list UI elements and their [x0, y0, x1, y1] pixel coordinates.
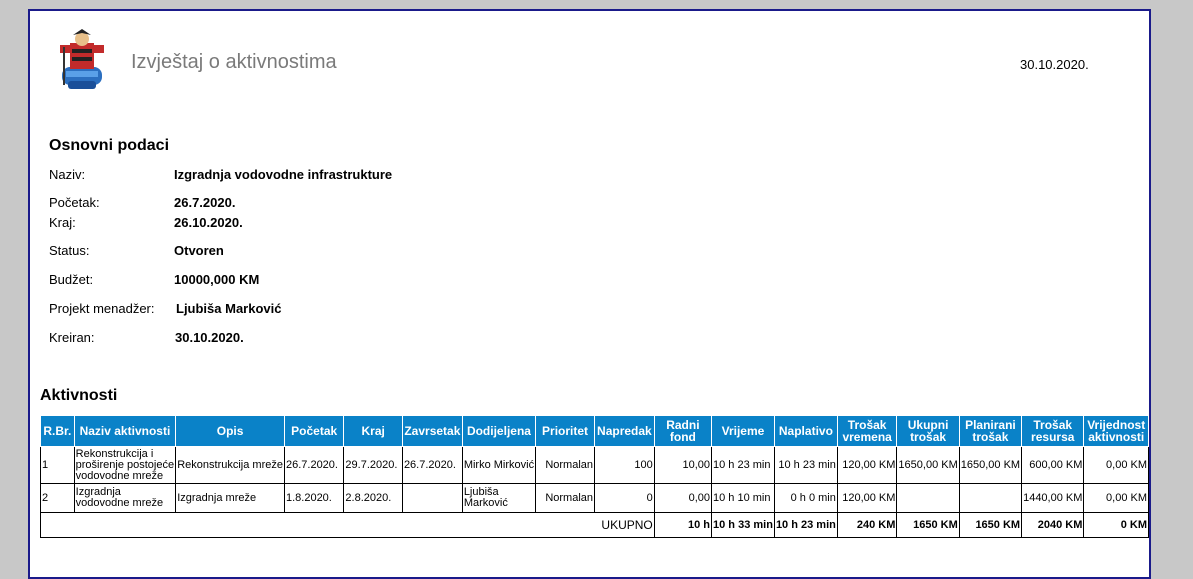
col-header-ukupni-trosak: Ukupni trošak	[896, 415, 960, 447]
col-header-naziv: Naziv aktivnosti	[73, 415, 177, 447]
field-label-menadzer: Projekt menadžer:	[49, 301, 155, 316]
cell-dodijeljena: Mirko Mirković	[461, 446, 537, 484]
cell-napredak: 0	[594, 483, 655, 513]
cell-vrijednost: 0,00 KM	[1083, 483, 1149, 513]
col-header-prioritet: Prioritet	[535, 415, 596, 447]
total-ukupni-trosak: 1650 KM	[896, 512, 960, 538]
cell-trosak-vremena: 120,00 KM	[836, 483, 898, 513]
col-header-radni-fond: Radni fond	[653, 415, 713, 447]
report-date: 30.10.2020.	[1020, 57, 1089, 72]
field-value-menadzer: Ljubiša Marković	[176, 301, 282, 316]
samurai-logo-icon	[60, 29, 104, 89]
cell-vrijeme: 10 h 23 min	[711, 446, 775, 484]
cell-rbr: 2	[40, 483, 75, 513]
field-label-kreiran: Kreiran:	[49, 330, 95, 345]
field-value-naziv: Izgradnja vodovodne infrastrukture	[174, 167, 393, 182]
col-header-trosak-vremena: Trošak vremena	[836, 415, 898, 447]
col-header-kraj: Kraj	[343, 415, 403, 447]
col-header-zavrsetak: Zavrsetak	[401, 415, 463, 447]
cell-naziv: Izgradnja vodovodne mreže	[73, 483, 177, 513]
activities-heading: Aktivnosti	[40, 387, 118, 404]
total-vrijednost: 0 KM	[1083, 512, 1149, 538]
col-header-pocetak: Početak	[283, 415, 345, 447]
basic-info-heading: Osnovni podaci	[49, 137, 170, 154]
report-title: Izvještaj o aktivnostima	[131, 51, 337, 73]
cell-planirani-trosak	[958, 483, 1023, 513]
total-label: UKUPNO	[40, 512, 655, 538]
col-header-vrijeme: Vrijeme	[711, 415, 775, 447]
total-trosak-vremena: 240 KM	[836, 512, 898, 538]
field-label-pocetak: Početak:	[49, 195, 100, 210]
cell-trosak-resursa: 600,00 KM	[1021, 446, 1085, 484]
col-header-rbr: R.Br.	[40, 415, 75, 447]
cell-planirani-trosak: 1650,00 KM	[958, 446, 1023, 484]
cell-opis: Izgradnja mreže	[175, 483, 285, 513]
cell-radni-fond: 10,00	[653, 446, 713, 484]
cell-kraj: 29.7.2020.	[343, 446, 403, 484]
activities-table: R.Br. Naziv aktivnosti Opis Početak Kraj…	[40, 415, 1149, 538]
total-radni-fond: 10 h	[653, 512, 713, 538]
cell-kraj: 2.8.2020.	[343, 483, 403, 513]
cell-trosak-vremena: 120,00 KM	[836, 446, 898, 484]
cell-naziv: Rekonstrukcija i proširenje postojeće vo…	[73, 446, 177, 484]
cell-prioritet: Normalan	[535, 483, 596, 513]
field-value-kreiran: 30.10.2020.	[175, 330, 244, 345]
field-label-kraj: Kraj:	[49, 215, 76, 230]
cell-vrijednost: 0,00 KM	[1083, 446, 1149, 484]
cell-pocetak: 26.7.2020.	[283, 446, 345, 484]
total-naplativo: 10 h 23 min	[773, 512, 838, 538]
field-value-pocetak: 26.7.2020.	[174, 195, 236, 210]
cell-rbr: 1	[40, 446, 75, 484]
field-label-budzet: Budžet:	[49, 272, 94, 287]
col-header-opis: Opis	[175, 415, 285, 447]
col-header-naplativo: Naplativo	[773, 415, 838, 447]
cell-ukupni-trosak: 1650,00 KM	[896, 446, 960, 484]
field-label-status: Status:	[49, 243, 90, 258]
cell-radni-fond: 0,00	[653, 483, 713, 513]
cell-trosak-resursa: 1440,00 KM	[1021, 483, 1085, 513]
cell-pocetak: 1.8.2020.	[283, 483, 345, 513]
cell-zavrsetak	[401, 483, 463, 513]
col-header-napredak: Napredak	[594, 415, 655, 447]
cell-dodijeljena: Ljubiša Marković	[461, 483, 537, 513]
field-value-kraj: 26.10.2020.	[174, 215, 243, 230]
col-header-planirani-trosak: Planirani trošak	[958, 415, 1023, 447]
cell-vrijeme: 10 h 10 min	[711, 483, 775, 513]
col-header-trosak-resursa: Trošak resursa	[1021, 415, 1085, 447]
total-trosak-resursa: 2040 KM	[1021, 512, 1085, 538]
table-row: 2 Izgradnja vodovodne mreže Izgradnja mr…	[40, 483, 1149, 513]
cell-prioritet: Normalan	[535, 446, 596, 484]
table-total-row: UKUPNO 10 h 10 h 33 min 10 h 23 min 240 …	[40, 512, 1149, 538]
table-header-row: R.Br. Naziv aktivnosti Opis Početak Kraj…	[40, 415, 1149, 447]
cell-napredak: 100	[594, 446, 655, 484]
cell-opis: Rekonstrukcija mreže	[175, 446, 285, 484]
report-page: Izvještaj o aktivnostima 30.10.2020. Osn…	[28, 9, 1151, 579]
col-header-dodijeljena: Dodijeljena	[461, 415, 537, 447]
field-label-naziv: Naziv:	[49, 167, 86, 182]
total-vrijeme: 10 h 33 min	[711, 512, 775, 538]
table-row: 1 Rekonstrukcija i proširenje postojeće …	[40, 446, 1149, 484]
col-header-vrijednost: Vrijednost aktivnosti	[1083, 415, 1149, 447]
field-value-status: Otvoren	[174, 243, 224, 258]
cell-naplativo: 10 h 23 min	[773, 446, 838, 484]
cell-zavrsetak: 26.7.2020.	[401, 446, 463, 484]
cell-ukupni-trosak	[896, 483, 960, 513]
total-planirani-trosak: 1650 KM	[958, 512, 1023, 538]
field-value-budzet: 10000,000 KM	[174, 272, 260, 287]
cell-naplativo: 0 h 0 min	[773, 483, 838, 513]
